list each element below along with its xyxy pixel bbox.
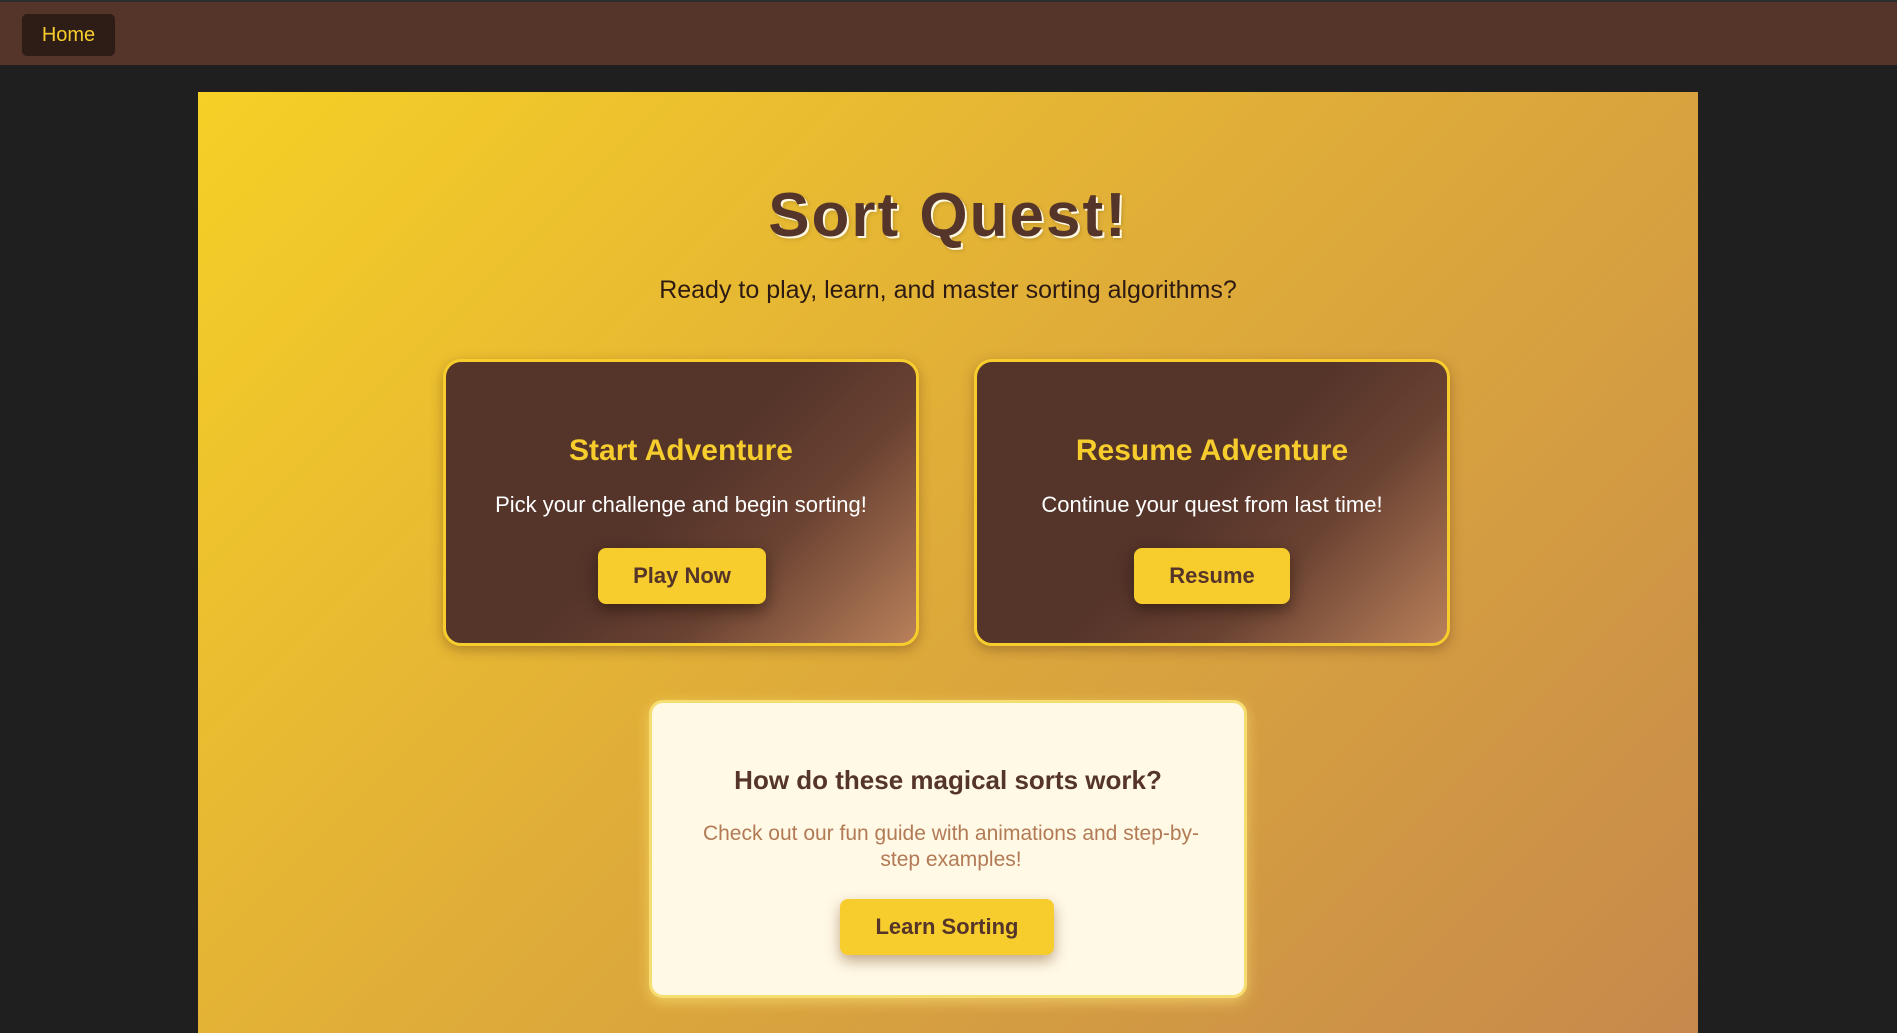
resume-adventure-title: Resume Adventure [1075, 434, 1349, 467]
page-subtitle: Ready to play, learn, and master sorting… [659, 276, 1237, 304]
resume-button[interactable]: Resume [1134, 548, 1290, 604]
start-adventure-description: Pick your challenge and begin sorting! [495, 492, 867, 517]
home-button[interactable]: Home [22, 14, 115, 56]
start-adventure-card: Start Adventure Pick your challenge and … [443, 359, 919, 646]
resume-adventure-description: Continue your quest from last time! [1041, 492, 1383, 517]
top-nav-bar: Home [0, 0, 1897, 65]
play-now-button[interactable]: Play Now [598, 548, 766, 604]
main-panel: Sort Quest! Ready to play, learn, and ma… [198, 92, 1698, 1033]
sorting-guide-card: How do these magical sorts work? Check o… [649, 700, 1247, 998]
start-adventure-title: Start Adventure [569, 434, 793, 467]
guide-title: How do these magical sorts work? [734, 765, 1162, 795]
page-title: Sort Quest! [768, 181, 1128, 250]
resume-adventure-card: Resume Adventure Continue your quest fro… [974, 359, 1450, 646]
guide-description: Check out our fun guide with animations … [702, 822, 1200, 871]
learn-sorting-button[interactable]: Learn Sorting [840, 899, 1054, 955]
